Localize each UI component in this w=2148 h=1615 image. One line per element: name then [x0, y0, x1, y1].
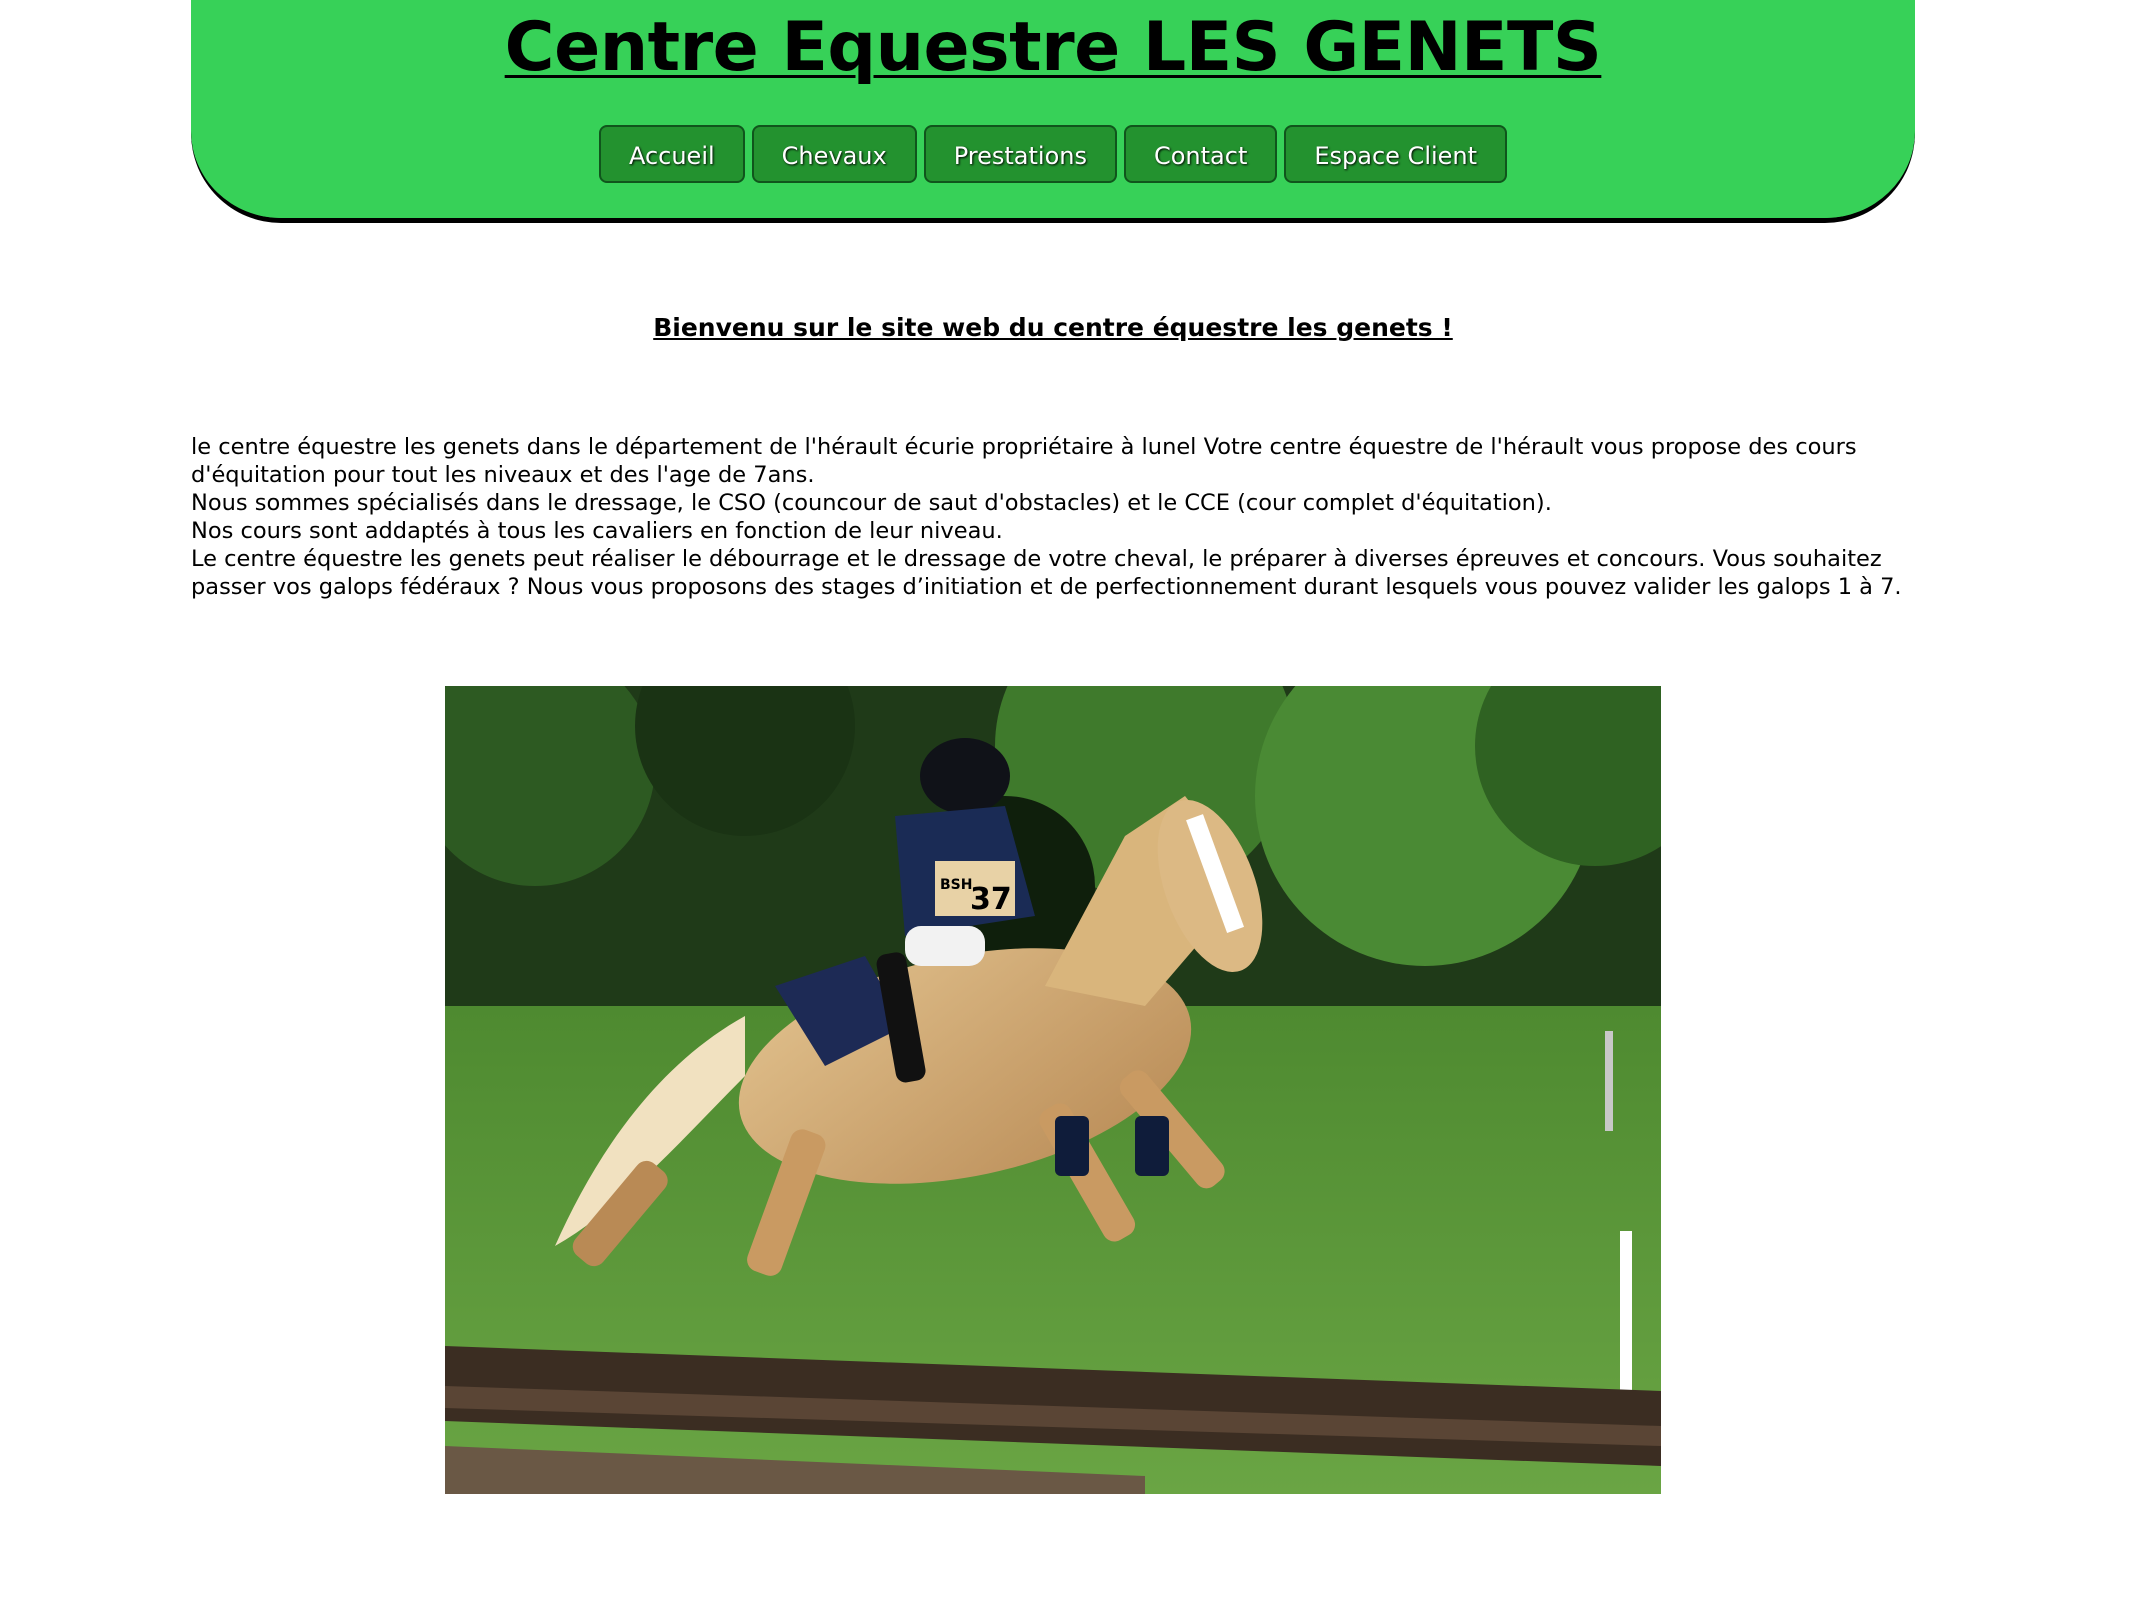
intro-paragraph: le centre équestre les genets dans le dé…: [191, 434, 1857, 488]
nav-prestations-button[interactable]: Prestations: [923, 125, 1117, 183]
nav-accueil-button[interactable]: Accueil: [598, 125, 745, 183]
bib-text: BSH: [940, 877, 972, 893]
main-nav: Accueil Chevaux Prestations Contact Espa…: [191, 125, 1915, 183]
site-title: Centre Equestre LES GENETS: [504, 8, 1602, 87]
intro-text: le centre équestre les genets dans le dé…: [191, 433, 1931, 601]
nav-chevaux-button[interactable]: Chevaux: [751, 125, 917, 183]
site-header: Centre Equestre LES GENETS Accueil Cheva…: [191, 0, 1915, 221]
bib-number: 37: [970, 882, 1012, 917]
intro-paragraph: Nous sommes spécialisés dans le dressage…: [191, 490, 1552, 516]
intro-paragraph: Nos cours sont addaptés à tous les caval…: [191, 518, 1003, 544]
intro-paragraph: Le centre équestre les genets peut réali…: [191, 546, 1902, 600]
nav-espace-client-button[interactable]: Espace Client: [1284, 125, 1508, 183]
horse-jumping-photo: BSH 37: [445, 686, 1661, 1494]
welcome-heading: Bienvenu sur le site web du centre éques…: [653, 313, 1453, 342]
nav-contact-button[interactable]: Contact: [1123, 125, 1278, 183]
